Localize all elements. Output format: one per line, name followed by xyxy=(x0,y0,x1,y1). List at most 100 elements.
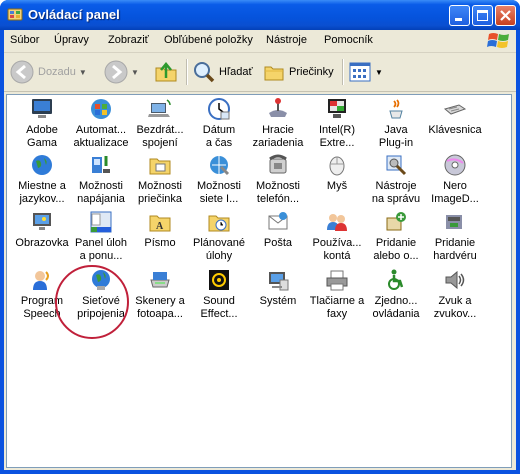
toolbar: Dozadu ▼ ▼ Hľadať Priečinky ▼ xyxy=(4,53,516,92)
item-label-line-1: Pridanie xyxy=(375,237,417,249)
svg-text:A: A xyxy=(156,221,164,232)
item-label: Možnosti telefón... xyxy=(249,180,307,206)
phone-icon xyxy=(266,153,290,177)
item-label-line-1: Obrazovka xyxy=(15,237,69,249)
item-label-line-1: Písmo xyxy=(144,237,176,249)
views-dropdown-icon[interactable]: ▼ xyxy=(375,68,383,77)
item-label-line-1: Tlačiarne a xyxy=(309,295,365,307)
item-label-line-1: Panel úloh xyxy=(75,237,127,249)
windows-update-icon xyxy=(89,97,113,121)
taskbar-icon xyxy=(89,210,113,234)
item-label-line-2: alebo o... xyxy=(373,250,419,262)
item-label-line-1: Možnosti xyxy=(255,180,301,192)
wireless-laptop-icon xyxy=(148,97,172,121)
forward-button[interactable]: ▼ xyxy=(104,58,139,86)
menu-file[interactable]: Súbor xyxy=(10,34,39,46)
item-label-line-2: Extre... xyxy=(319,137,355,149)
item-label-line-1: Pošta xyxy=(263,237,293,249)
item-label-line-2: Effect... xyxy=(200,308,238,320)
globe-icon xyxy=(30,153,54,177)
item-label: Klávesnica xyxy=(426,124,484,137)
minimize-button[interactable] xyxy=(449,5,470,26)
item-label: Systém xyxy=(249,295,307,308)
system-icon xyxy=(266,268,290,292)
folders-button[interactable]: Priečinky xyxy=(262,58,334,86)
search-label: Hľadať xyxy=(219,66,253,78)
item-label: Dátum a čas xyxy=(190,124,248,150)
item-label-line-2: siete I... xyxy=(199,193,239,205)
item-label: Myš xyxy=(308,180,366,193)
item-label-line-1: Zvuk a xyxy=(438,295,472,307)
nero-icon xyxy=(443,153,467,177)
back-button[interactable]: Dozadu ▼ xyxy=(10,58,87,86)
item-label-line-1: Plánované xyxy=(193,237,245,249)
item-label-line-2: telefón... xyxy=(256,193,300,205)
item-label: Pridanie hardvéru xyxy=(426,237,484,263)
item-label-line-2: a čas xyxy=(205,137,233,149)
item-label-line-1: Adobe xyxy=(26,124,58,136)
sound-effect-icon xyxy=(207,268,231,292)
forward-dropdown-icon[interactable]: ▼ xyxy=(131,68,139,77)
item-label: Hracie zariadenia xyxy=(249,124,307,150)
item-label-line-1: Možnosti xyxy=(137,180,183,192)
item-label-line-1: Nástroje xyxy=(375,180,417,192)
menu-help[interactable]: Pomocník xyxy=(324,34,373,46)
item-label: Písmo xyxy=(131,237,189,250)
power-icon xyxy=(89,153,113,177)
menu-favorites[interactable]: Obľúbené položky xyxy=(164,34,253,46)
item-label-line-1: Klávesnica xyxy=(428,124,482,136)
item-label: Plánované úlohy xyxy=(190,237,248,263)
item-label-line-2: hardvéru xyxy=(433,250,477,262)
item-label-line-1: Hracie xyxy=(262,124,294,136)
maximize-button[interactable] xyxy=(472,5,493,26)
item-label-line-1: Miestne a xyxy=(18,180,66,192)
item-label: Nero ImageD... xyxy=(426,180,484,206)
item-label-line-2: kontá xyxy=(323,250,351,262)
intel-graphics-icon xyxy=(325,97,349,121)
item-label: Zjedno... ovládania xyxy=(367,295,425,321)
item-label-line-2: ImageD... xyxy=(431,193,479,205)
item-label: Používa... kontá xyxy=(308,237,366,263)
item-label-line-2: a ponu... xyxy=(79,250,123,262)
item-label: Panel úloh a ponu... xyxy=(72,237,130,263)
item-label: Pošta xyxy=(249,237,307,250)
back-dropdown-icon[interactable]: ▼ xyxy=(79,68,87,77)
scanner-icon xyxy=(148,268,172,292)
title-bar[interactable]: Ovládací panel xyxy=(0,0,520,30)
item-label-line-1: Intel(R) xyxy=(318,124,356,136)
windows-logo-icon xyxy=(487,33,509,48)
item-label-line-2: ovládania xyxy=(372,308,420,320)
item-label-line-2: faxy xyxy=(326,308,348,320)
close-button[interactable] xyxy=(495,5,516,26)
item-label-line-1: Dátum xyxy=(202,124,236,136)
forward-arrow-icon xyxy=(104,60,128,84)
menu-view[interactable]: Zobraziť xyxy=(108,34,149,46)
highlight-circle xyxy=(55,265,129,339)
window-frame: Súbor Úpravy Zobraziť Obľúbené položky N… xyxy=(4,30,516,470)
joystick-icon xyxy=(266,97,290,121)
views-icon xyxy=(349,62,371,82)
item-label-line-2: Plug-in xyxy=(378,137,414,149)
menu-edit[interactable]: Úpravy xyxy=(54,34,89,46)
accessibility-icon xyxy=(384,268,408,292)
control-panel-items: Adobe Gama Automat... aktualizace Bezdrát...… xyxy=(6,94,512,468)
menu-bar: Súbor Úpravy Zobraziť Obľúbené položky N… xyxy=(4,30,516,53)
item-label: Možnosti priečinka xyxy=(131,180,189,206)
item-label: Java Plug-in xyxy=(367,124,425,150)
folder-icon xyxy=(148,153,172,177)
item-label-line-1: Automat... xyxy=(75,124,127,136)
item-label-line-2: fotoapa... xyxy=(137,308,183,320)
item-label-line-2: spojení xyxy=(142,137,178,149)
menu-tools[interactable]: Nástroje xyxy=(266,34,307,46)
item-label-line-2: Gama xyxy=(27,137,57,149)
views-button[interactable]: ▼ xyxy=(348,58,383,86)
item-label-line-2: zariadenia xyxy=(252,137,304,149)
window-title: Ovládací panel xyxy=(28,7,120,22)
printer-icon xyxy=(325,268,349,292)
item-label-line-1: Pridanie xyxy=(434,237,476,249)
up-folder-icon xyxy=(155,62,177,82)
up-folder-button[interactable] xyxy=(154,58,178,86)
item-label-line-1: Systém xyxy=(259,295,297,307)
search-button[interactable]: Hľadať xyxy=(192,58,253,86)
item-label: Intel(R) Extre... xyxy=(308,124,366,150)
